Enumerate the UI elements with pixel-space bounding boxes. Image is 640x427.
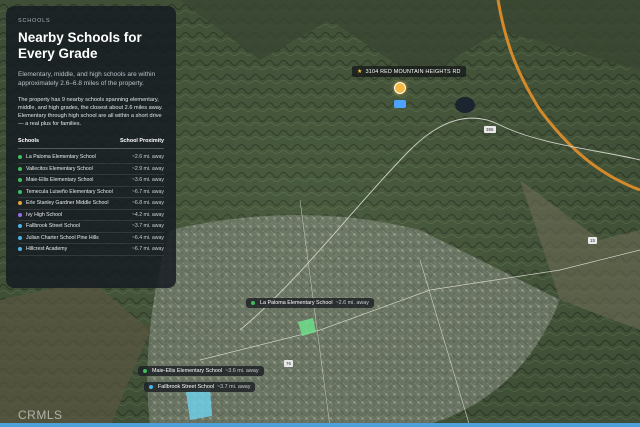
school-row[interactable]: Hillcrest Academy ~6.7 mi. away: [18, 244, 164, 256]
school-distance: ~6.7 mi. away: [131, 188, 164, 195]
map-pin-maie-ellis[interactable]: Maie-Ellis Elementary School ~3.6 mi. aw…: [138, 366, 264, 376]
school-distance: ~4.2 mi. away: [131, 211, 164, 218]
school-row[interactable]: Vallecitos Elementary School ~2.9 mi. aw…: [18, 164, 164, 175]
pin-dot-icon: [251, 301, 255, 305]
school-distance: ~3.6 mi. away: [131, 177, 164, 183]
school-row[interactable]: Ivy High School ~4.2 mi. away: [18, 210, 164, 221]
schools-table-header: Schools School Proximity: [18, 138, 164, 149]
school-dot-icon: [18, 189, 22, 194]
school-distance: ~6.4 mi. away: [131, 234, 164, 241]
map-pin-fallbrook[interactable]: Fallbrook Street School ~3.7 mi. away: [144, 382, 256, 392]
road-shield: 395: [484, 126, 496, 133]
property-address: 3104 RED MOUNTAIN HEIGHTS RD: [365, 68, 461, 75]
school-row[interactable]: Julian Charter School Pine Hills ~6.4 mi…: [18, 233, 164, 244]
school-name: Ivy High School: [26, 211, 63, 218]
school-name: La Paloma Elementary School: [26, 154, 96, 160]
pin-distance: ~2.6 mi. away: [335, 300, 369, 306]
property-marker-icon[interactable]: [394, 82, 406, 94]
school-dot-icon: [18, 201, 22, 205]
property-address-label[interactable]: ★ 3104 RED MOUNTAIN HEIGHTS RD: [352, 66, 466, 77]
pin-distance: ~3.7 mi. away: [217, 384, 251, 390]
school-name: Fallbrook Street School: [26, 223, 80, 229]
school-dot-icon: [18, 178, 22, 182]
proximity-column-header: School Proximity: [119, 138, 164, 144]
map-pin-la-paloma[interactable]: La Paloma Elementary School ~2.6 mi. awa…: [246, 298, 374, 308]
panel-title: Nearby Schools for Every Grade: [18, 30, 142, 61]
pin-distance: ~3.6 mi. away: [225, 368, 259, 374]
panel-description: The property has 9 nearby schools spanni…: [18, 97, 163, 127]
panel-eyebrow: SCHOOLS: [18, 18, 51, 24]
school-distance: ~3.7 mi. away: [131, 223, 164, 229]
pin-dot-icon: [149, 385, 153, 389]
pin-school-name: Fallbrook Street School: [158, 384, 215, 390]
school-row[interactable]: Fallbrook Street School ~3.7 mi. away: [18, 221, 164, 233]
school-dot-icon: [18, 155, 22, 159]
school-name: Julian Charter School Pine Hills: [26, 234, 99, 241]
school-dot-icon: [18, 247, 22, 251]
schools-panel: SCHOOLS Nearby Schools for Every Grade E…: [6, 6, 176, 288]
school-dot-icon: [18, 166, 22, 171]
road-shield: 15: [588, 237, 598, 244]
school-distance: ~6.7 mi. away: [131, 246, 164, 252]
school-distance: ~2.9 mi. away: [131, 165, 164, 172]
pin-school-name: Maie-Ellis Elementary School: [152, 368, 223, 374]
schools-column-header: Schools: [18, 138, 39, 144]
road-shield: 76: [284, 360, 294, 367]
map-view[interactable]: SCHOOLS Nearby Schools for Every Grade E…: [0, 0, 640, 427]
school-distance: ~2.6 mi. away: [131, 154, 164, 160]
school-dot-icon: [18, 235, 22, 240]
school-name: Vallecitos Elementary School: [26, 165, 93, 172]
school-row[interactable]: La Paloma Elementary School ~2.6 mi. awa…: [18, 152, 164, 164]
school-name: Maie-Ellis Elementary School: [26, 177, 94, 183]
mls-watermark: CRMLS: [18, 408, 63, 422]
school-distance: ~6.8 mi. away: [131, 200, 164, 206]
pin-school-name: La Paloma Elementary School: [260, 300, 333, 306]
school-name: Erle Stanley Gardner Middle School: [26, 200, 109, 206]
school-dot-icon: [18, 212, 22, 217]
school-name: Hillcrest Academy: [26, 246, 68, 252]
school-row[interactable]: Erle Stanley Gardner Middle School ~6.8 …: [18, 198, 164, 210]
schools-list: La Paloma Elementary School ~2.6 mi. awa…: [18, 152, 164, 256]
panel-subtitle: Elementary, middle, and high schools are…: [18, 71, 156, 87]
home-icon: [394, 100, 406, 108]
school-row[interactable]: Maie-Ellis Elementary School ~3.6 mi. aw…: [18, 175, 164, 187]
school-dot-icon: [18, 224, 22, 228]
school-name: Temecula Luiseño Elementary School: [26, 188, 113, 195]
pin-dot-icon: [143, 369, 147, 373]
school-row[interactable]: Temecula Luiseño Elementary School ~6.7 …: [18, 187, 164, 198]
star-icon: ★: [357, 69, 363, 75]
